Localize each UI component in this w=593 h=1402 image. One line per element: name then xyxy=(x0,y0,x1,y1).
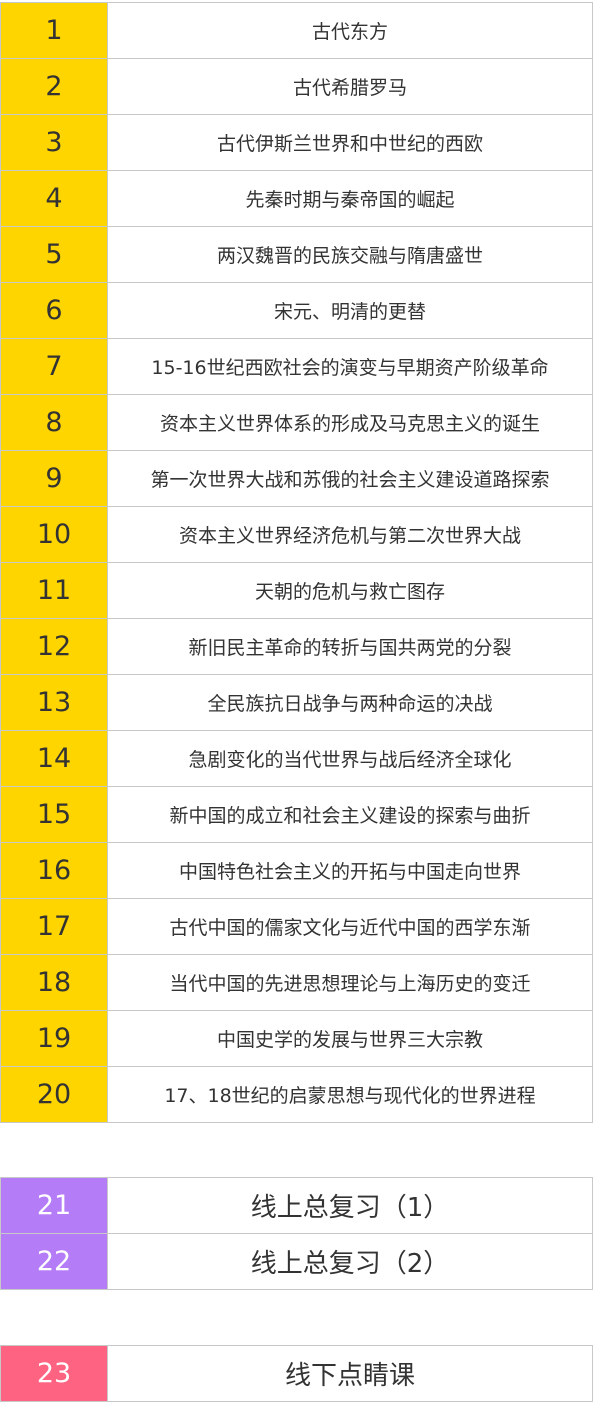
lesson-number: 14 xyxy=(1,731,108,787)
lesson-title: 古代伊斯兰世界和中世纪的西欧 xyxy=(108,115,593,171)
lesson-title: 第一次世界大战和苏俄的社会主义建设道路探索 xyxy=(108,451,593,507)
table-row: 16 中国特色社会主义的开拓与中国走向世界 xyxy=(1,843,593,899)
lesson-title: 中国史学的发展与世界三大宗教 xyxy=(108,1011,593,1067)
lesson-title: 全民族抗日战争与两种命运的决战 xyxy=(108,675,593,731)
lesson-number: 8 xyxy=(1,395,108,451)
lesson-number: 9 xyxy=(1,451,108,507)
lesson-number: 4 xyxy=(1,171,108,227)
lesson-table: 1 古代东方 2 古代希腊罗马 3 古代伊斯兰世界和中世纪的西欧 4 先秦时期与… xyxy=(0,2,593,1123)
table-row: 23 线下点睛课 xyxy=(1,1346,593,1402)
lesson-title: 古代希腊罗马 xyxy=(108,59,593,115)
lesson-number: 21 xyxy=(1,1178,108,1234)
lesson-title: 15-16世纪西欧社会的演变与早期资产阶级革命 xyxy=(108,339,593,395)
table-row: 7 15-16世纪西欧社会的演变与早期资产阶级革命 xyxy=(1,339,593,395)
table-row: 3 古代伊斯兰世界和中世纪的西欧 xyxy=(1,115,593,171)
lesson-number: 2 xyxy=(1,59,108,115)
table-row: 21 线上总复习（1） xyxy=(1,1178,593,1234)
lesson-title: 资本主义世界经济危机与第二次世界大战 xyxy=(108,507,593,563)
offline-review-table: 23 线下点睛课 xyxy=(0,1345,593,1402)
table-row: 12 新旧民主革命的转折与国共两党的分裂 xyxy=(1,619,593,675)
lesson-title: 线上总复习（2） xyxy=(108,1234,593,1290)
lesson-title: 当代中国的先进思想理论与上海历史的变迁 xyxy=(108,955,593,1011)
lesson-number: 7 xyxy=(1,339,108,395)
table-row: 14 急剧变化的当代世界与战后经济全球化 xyxy=(1,731,593,787)
table-row: 15 新中国的成立和社会主义建设的探索与曲折 xyxy=(1,787,593,843)
lesson-number: 11 xyxy=(1,563,108,619)
lesson-number: 15 xyxy=(1,787,108,843)
table-row: 6 宋元、明清的更替 xyxy=(1,283,593,339)
lesson-number: 1 xyxy=(1,3,108,59)
table-row: 9 第一次世界大战和苏俄的社会主义建设道路探索 xyxy=(1,451,593,507)
lesson-title: 宋元、明清的更替 xyxy=(108,283,593,339)
table-row: 11 天朝的危机与救亡图存 xyxy=(1,563,593,619)
lesson-number: 5 xyxy=(1,227,108,283)
table-row: 8 资本主义世界体系的形成及马克思主义的诞生 xyxy=(1,395,593,451)
lesson-number: 6 xyxy=(1,283,108,339)
lesson-title: 两汉魏晋的民族交融与隋唐盛世 xyxy=(108,227,593,283)
lesson-number: 19 xyxy=(1,1011,108,1067)
lesson-title: 古代中国的儒家文化与近代中国的西学东渐 xyxy=(108,899,593,955)
lesson-number: 16 xyxy=(1,843,108,899)
table-row: 13 全民族抗日战争与两种命运的决战 xyxy=(1,675,593,731)
table-row: 1 古代东方 xyxy=(1,3,593,59)
table-row: 5 两汉魏晋的民族交融与隋唐盛世 xyxy=(1,227,593,283)
lesson-title: 线上总复习（1） xyxy=(108,1178,593,1234)
online-review-table: 21 线上总复习（1） 22 线上总复习（2） xyxy=(0,1177,593,1290)
table-row: 20 17、18世纪的启蒙思想与现代化的世界进程 xyxy=(1,1067,593,1123)
table-row: 17 古代中国的儒家文化与近代中国的西学东渐 xyxy=(1,899,593,955)
lesson-number: 3 xyxy=(1,115,108,171)
lesson-title: 中国特色社会主义的开拓与中国走向世界 xyxy=(108,843,593,899)
lesson-title: 新中国的成立和社会主义建设的探索与曲折 xyxy=(108,787,593,843)
lesson-number: 18 xyxy=(1,955,108,1011)
table-row: 22 线上总复习（2） xyxy=(1,1234,593,1290)
lesson-title: 古代东方 xyxy=(108,3,593,59)
table-row: 4 先秦时期与秦帝国的崛起 xyxy=(1,171,593,227)
table-row: 19 中国史学的发展与世界三大宗教 xyxy=(1,1011,593,1067)
lesson-number: 22 xyxy=(1,1234,108,1290)
lesson-number: 12 xyxy=(1,619,108,675)
table-row: 10 资本主义世界经济危机与第二次世界大战 xyxy=(1,507,593,563)
lesson-title: 先秦时期与秦帝国的崛起 xyxy=(108,171,593,227)
lesson-number: 20 xyxy=(1,1067,108,1123)
table-row: 2 古代希腊罗马 xyxy=(1,59,593,115)
lesson-title: 17、18世纪的启蒙思想与现代化的世界进程 xyxy=(108,1067,593,1123)
table-row: 18 当代中国的先进思想理论与上海历史的变迁 xyxy=(1,955,593,1011)
lesson-number: 17 xyxy=(1,899,108,955)
lesson-number: 10 xyxy=(1,507,108,563)
lesson-number: 23 xyxy=(1,1346,108,1402)
lesson-number: 13 xyxy=(1,675,108,731)
lesson-title: 天朝的危机与救亡图存 xyxy=(108,563,593,619)
lesson-title: 资本主义世界体系的形成及马克思主义的诞生 xyxy=(108,395,593,451)
lesson-title: 新旧民主革命的转折与国共两党的分裂 xyxy=(108,619,593,675)
lesson-title: 急剧变化的当代世界与战后经济全球化 xyxy=(108,731,593,787)
lesson-title: 线下点睛课 xyxy=(108,1346,593,1402)
